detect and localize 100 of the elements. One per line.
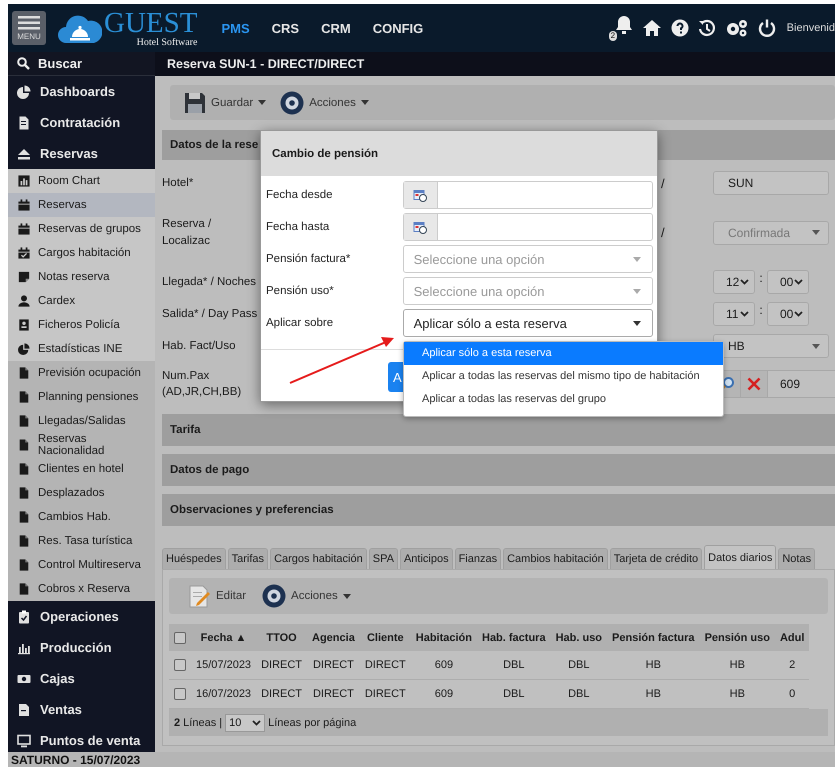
table-cell: HB [700, 651, 775, 680]
tab[interactable]: Anticipos [400, 548, 453, 570]
notifications-button[interactable]: 2 [608, 15, 633, 41]
time-separator: : [758, 303, 764, 318]
tab[interactable]: Tarifas [228, 548, 268, 570]
sidebar-item[interactable]: Reservas [8, 138, 155, 169]
column-header[interactable]: Cliente [360, 624, 411, 652]
sidebar-subitem[interactable]: Planning pensiones [8, 385, 155, 409]
nav-link[interactable]: CRM [321, 20, 351, 36]
calendar-clock-icon [413, 188, 428, 202]
sidebar-subitem[interactable]: Desplazados [8, 481, 155, 505]
sidebar-item[interactable]: Dashboards [8, 76, 155, 107]
hour-select[interactable]: 11 [713, 302, 755, 326]
sidebar-subitem[interactable]: Estadísticas INE [8, 337, 155, 361]
tab[interactable]: Notas [778, 548, 816, 570]
page-size-select[interactable]: 10 [225, 714, 266, 732]
field-label: Pensión factura* [266, 253, 352, 265]
document-icon [18, 487, 30, 499]
field-label: Reserva / Localizac [162, 217, 212, 249]
sidebar-subitem[interactable]: Reservas [8, 193, 155, 217]
tab[interactable]: SPA [368, 548, 398, 570]
minute-select[interactable]: 00 [767, 270, 809, 294]
caret-icon [633, 288, 641, 294]
section-header[interactable]: Observaciones y preferencias [162, 494, 835, 526]
settings-icon[interactable] [724, 19, 749, 37]
dialog-button[interactable]: A [388, 362, 403, 392]
tab[interactable]: Tarjeta de crédito [610, 548, 702, 570]
row-checkbox[interactable] [174, 659, 186, 672]
date-field[interactable] [402, 181, 653, 209]
tab[interactable]: Fianzas [454, 548, 502, 570]
tab[interactable]: Cambios habitación [503, 548, 608, 570]
dropdown-option[interactable]: Aplicar a todas las reservas del grupo [404, 388, 723, 411]
select-all-checkbox[interactable] [174, 632, 186, 644]
power-icon[interactable] [758, 19, 776, 37]
dropdown-option[interactable]: Aplicar a todas las reservas del mismo tipo de habitación [404, 365, 723, 388]
menu-button[interactable]: MENU [12, 11, 46, 45]
sidebar-item[interactable]: Operaciones [8, 601, 155, 632]
toolbar-button[interactable]: Guardar [184, 92, 266, 114]
column-header[interactable]: Agencia [307, 624, 360, 652]
tab[interactable]: Huéspedes [162, 548, 226, 570]
column-header[interactable]: Adul [774, 624, 810, 652]
nav-link[interactable]: PMS [221, 20, 250, 36]
history-icon[interactable] [698, 19, 716, 37]
tab[interactable]: Cargos habitación [270, 548, 367, 570]
tab[interactable]: Datos diarios [704, 545, 776, 570]
sidebar-subitem[interactable]: Llegadas/Salidas [8, 409, 155, 433]
person-icon [18, 295, 30, 307]
column-header[interactable]: Habitación [410, 624, 477, 652]
column-header[interactable]: Pensión factura [607, 624, 700, 652]
sidebar-subitem[interactable]: Cambios Hab. [8, 505, 155, 529]
sidebar-item[interactable]: Producción [8, 632, 155, 663]
section-header[interactable]: Tarifa [162, 414, 835, 446]
dropdown-option[interactable]: Aplicar sólo a esta reserva [404, 342, 723, 365]
sidebar-subitem[interactable]: Cardex [8, 289, 155, 313]
select-field[interactable]: HB [713, 334, 829, 358]
column-header[interactable]: TTOO [256, 624, 308, 652]
toolbar-button[interactable]: Editar [189, 584, 246, 608]
receipt-icon [17, 702, 31, 716]
toolbar-button[interactable]: Acciones [280, 90, 369, 114]
pie-chart-icon [17, 84, 31, 98]
column-header[interactable]: Fecha ▲ [191, 624, 256, 652]
sidebar-subitem[interactable]: Reservas Nacionalidad [8, 433, 155, 457]
nav-link[interactable]: CRS [272, 20, 300, 36]
sidebar-item[interactable]: Contratación [8, 107, 155, 138]
bell-icon [614, 15, 633, 35]
sidebar-subitem[interactable]: Reservas de grupos [8, 217, 155, 241]
sidebar-subitem[interactable]: Notas reserva [8, 265, 155, 289]
section-header[interactable]: Datos de pago [162, 454, 835, 486]
column-header[interactable]: Hab. uso [550, 624, 608, 652]
toolbar-button[interactable]: Acciones [262, 584, 351, 608]
help-icon[interactable] [670, 19, 689, 37]
row-checkbox[interactable] [174, 688, 186, 700]
minute-select[interactable]: 00 [767, 302, 809, 326]
sidebar-subitem[interactable]: Ficheros Policía [8, 313, 155, 337]
nav-link[interactable]: CONFIG [372, 20, 424, 36]
field-label: Hab. Fact/Uso [162, 339, 236, 354]
sidebar-subitem[interactable]: Cargos habitación [8, 241, 155, 265]
sidebar-item[interactable]: Cajas [8, 663, 155, 694]
document-icon [18, 463, 30, 475]
chevron-down-icon [740, 311, 749, 318]
hour-select[interactable]: 12 [713, 270, 755, 294]
caret-icon [258, 100, 266, 105]
select-field[interactable]: Aplicar sólo a esta reserva [402, 309, 653, 337]
column-header[interactable]: Pensión uso [700, 624, 775, 652]
sidebar-item[interactable]: Puntos de venta [8, 725, 155, 752]
document-icon [18, 415, 30, 427]
home-icon[interactable] [642, 19, 662, 37]
hotel-field[interactable]: SUN [713, 171, 829, 195]
sidebar-subitem[interactable]: Cobros x Reserva [8, 577, 155, 601]
column-header[interactable]: Hab. factura [477, 624, 551, 652]
sidebar-subitem[interactable]: Clientes en hotel [8, 457, 155, 481]
bar-chart-icon [18, 175, 30, 187]
caret-icon [360, 100, 369, 105]
date-field[interactable] [402, 213, 653, 241]
sidebar-item[interactable]: Ventas [8, 694, 155, 725]
sidebar-subitem[interactable]: Res. Tasa turística [8, 529, 155, 553]
sidebar-subitem[interactable]: Room Chart [8, 169, 155, 193]
eject-icon [17, 146, 31, 160]
sidebar-subitem[interactable]: Control Multireserva [8, 553, 155, 577]
sidebar-subitem[interactable]: Previsión ocupación [8, 361, 155, 385]
